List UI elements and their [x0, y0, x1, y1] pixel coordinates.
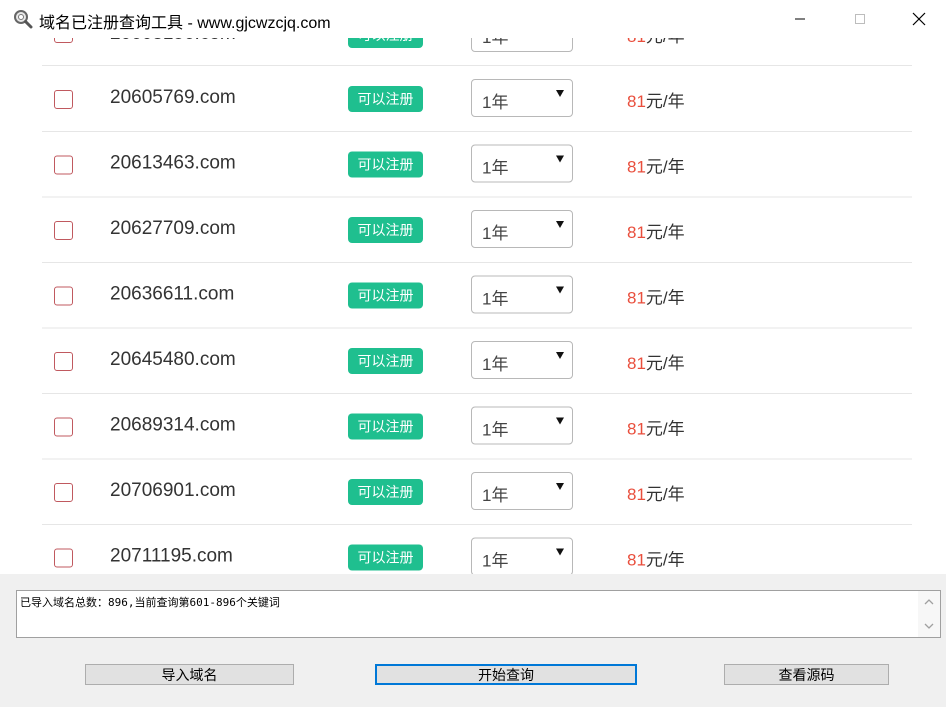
maximize-button[interactable] [837, 0, 883, 38]
select-checkbox[interactable] [54, 548, 73, 568]
price-unit: 元/年 [645, 223, 685, 242]
log-scrollbar[interactable] [918, 591, 940, 637]
select-checkbox[interactable] [54, 417, 73, 437]
period-select[interactable]: 1年 [471, 537, 573, 574]
maximize-icon [855, 14, 865, 24]
price-value: 81 [627, 550, 646, 570]
price-value: 81 [627, 419, 646, 439]
period-value: 1年 [482, 289, 509, 309]
price-unit: 元/年 [645, 419, 685, 439]
status-badge: 可以注册 [348, 217, 423, 243]
import-domains-button[interactable]: 导入域名 [85, 664, 294, 685]
minimize-icon [795, 18, 805, 20]
domain-list[interactable]: 20603156.com 可以注册 1年 81元/年 20605769.com … [0, 0, 946, 574]
status-badge: 可以注册 [348, 86, 423, 112]
period-value: 1年 [482, 420, 509, 440]
period-select[interactable]: 1年 [471, 406, 573, 445]
price-value: 81 [627, 485, 646, 504]
close-button[interactable] [896, 0, 942, 38]
price-label: 81元/年 [627, 546, 685, 571]
domain-name: 20627709.com [110, 218, 236, 239]
list-item: 20645480.com 可以注册 1年 81元/年 [42, 328, 912, 394]
dropdown-arrow-icon [556, 483, 564, 490]
period-select[interactable]: 1年 [471, 275, 573, 314]
price-value: 81 [627, 157, 646, 177]
select-checkbox[interactable] [54, 352, 73, 371]
close-icon [912, 12, 926, 26]
price-value: 81 [627, 223, 646, 242]
period-select[interactable]: 1年 [471, 472, 573, 510]
dropdown-arrow-icon [556, 221, 564, 228]
start-query-button[interactable]: 开始查询 [375, 664, 637, 685]
list-item: 20706901.com 可以注册 1年 81元/年 [42, 459, 912, 525]
period-value: 1年 [482, 486, 509, 505]
dropdown-arrow-icon [556, 155, 564, 163]
status-badge: 可以注册 [348, 151, 423, 178]
scroll-down-icon[interactable] [922, 619, 936, 633]
domain-name: 20605769.com [110, 87, 236, 108]
period-value: 1年 [482, 224, 509, 243]
price-value: 81 [627, 288, 646, 308]
view-source-button[interactable]: 查看源码 [724, 664, 889, 685]
domain-name: 20636611.com [110, 283, 235, 305]
price-label: 81元/年 [627, 415, 685, 440]
list-item: 20689314.com 可以注册 1年 81元/年 [42, 394, 912, 459]
list-item: 20711195.com 可以注册 1年 81元/年 [42, 525, 912, 574]
scroll-up-icon[interactable] [922, 595, 936, 609]
price-label: 81元/年 [627, 480, 685, 505]
log-textbox[interactable]: 已导入域名总数：896,当前查询第601-896个关键词 [16, 590, 941, 638]
domain-name: 20711195.com [110, 545, 233, 567]
select-checkbox[interactable] [54, 221, 73, 240]
period-select[interactable]: 1年 [471, 210, 573, 248]
domain-name: 20645480.com [110, 349, 236, 370]
dropdown-arrow-icon [556, 352, 564, 359]
status-badge: 可以注册 [348, 413, 423, 440]
status-badge: 可以注册 [348, 544, 423, 571]
domain-name: 20689314.com [110, 414, 236, 436]
dropdown-arrow-icon [556, 90, 564, 97]
domain-name: 20706901.com [110, 480, 236, 501]
dropdown-arrow-icon [556, 286, 564, 294]
period-value: 1年 [482, 551, 509, 571]
dropdown-arrow-icon [556, 417, 564, 425]
status-badge: 可以注册 [348, 479, 423, 505]
period-value: 1年 [482, 355, 509, 374]
price-unit: 元/年 [645, 485, 685, 504]
period-value: 1年 [482, 158, 509, 178]
magnifier-app-icon [14, 10, 33, 29]
domain-name: 20613463.com [110, 152, 236, 174]
price-label: 81元/年 [627, 87, 685, 112]
list-item: 20636611.com 可以注册 1年 81元/年 [42, 263, 912, 328]
select-checkbox[interactable] [54, 286, 73, 306]
price-unit: 元/年 [645, 288, 685, 308]
window-title: 域名已注册查询工具 - www.gjcwzcjq.com [39, 15, 331, 32]
log-text: 已导入域名总数：896,当前查询第601-896个关键词 [20, 596, 280, 609]
price-label: 81元/年 [627, 284, 685, 309]
minimize-button[interactable] [777, 0, 823, 38]
price-value: 81 [627, 354, 646, 373]
status-badge: 可以注册 [348, 348, 423, 374]
title-bar[interactable]: 域名已注册查询工具 - www.gjcwzcjq.com [0, 0, 946, 38]
list-item: 20613463.com 可以注册 1年 81元/年 [42, 132, 912, 197]
price-unit: 元/年 [645, 157, 685, 177]
bottom-panel: 已导入域名总数：896,当前查询第601-896个关键词 导入域名 开始查询 查… [0, 574, 946, 707]
select-checkbox[interactable] [54, 155, 73, 175]
period-value: 1年 [482, 93, 509, 112]
price-label: 81元/年 [627, 153, 685, 178]
price-label: 81元/年 [627, 218, 685, 243]
select-checkbox[interactable] [54, 483, 73, 502]
price-unit: 元/年 [645, 550, 685, 570]
dropdown-arrow-icon [556, 548, 564, 556]
price-unit: 元/年 [645, 92, 685, 111]
period-select[interactable]: 1年 [471, 144, 573, 183]
list-item: 20605769.com 可以注册 1年 81元/年 [42, 66, 912, 132]
select-checkbox[interactable] [54, 90, 73, 109]
list-item: 20627709.com 可以注册 1年 81元/年 [42, 197, 912, 263]
period-select[interactable]: 1年 [471, 341, 573, 379]
status-badge: 可以注册 [348, 282, 423, 309]
price-unit: 元/年 [645, 354, 685, 373]
price-label: 81元/年 [627, 349, 685, 374]
price-value: 81 [627, 92, 646, 111]
period-select[interactable]: 1年 [471, 79, 573, 117]
